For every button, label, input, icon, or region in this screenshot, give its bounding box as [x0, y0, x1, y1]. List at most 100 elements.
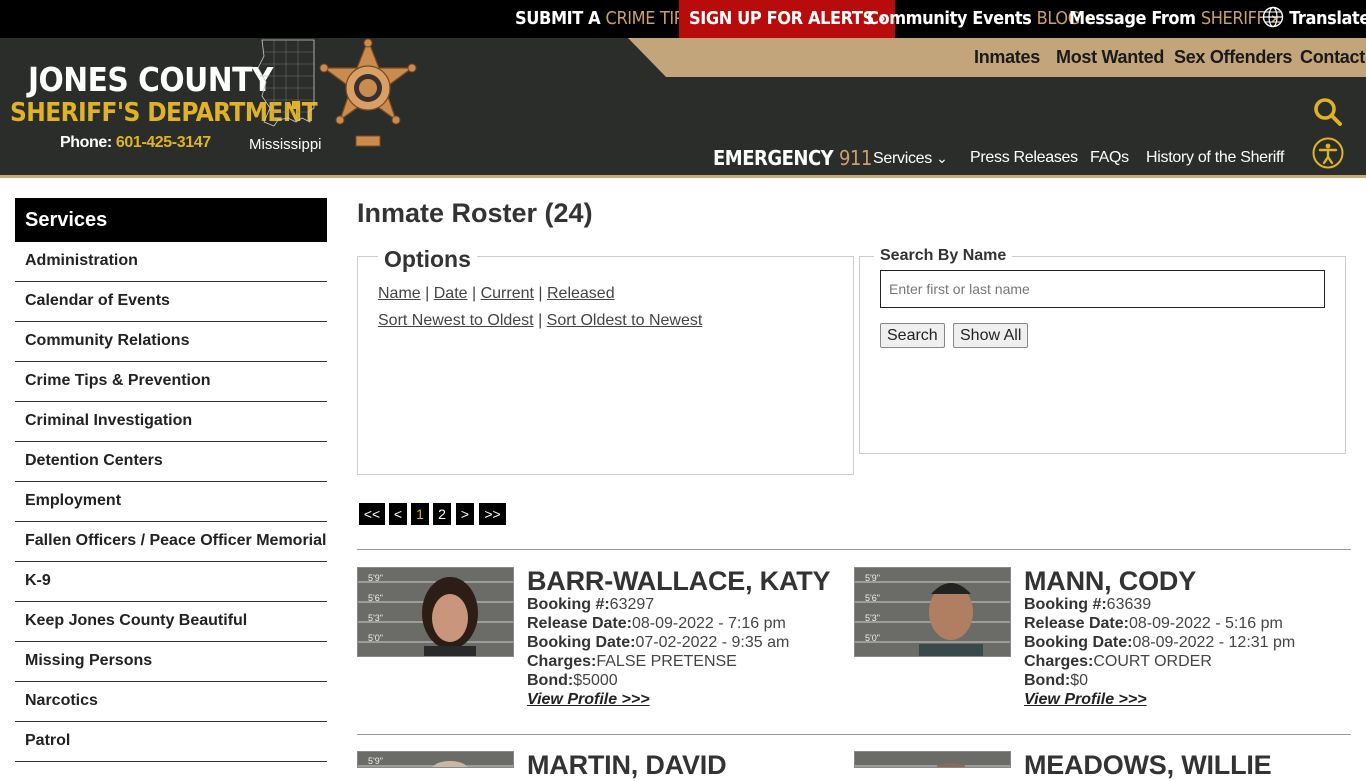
field-label: Booking #:: [1024, 596, 1107, 613]
field-label: Charges:: [527, 653, 597, 670]
sidebar-item-employment[interactable]: Employment: [15, 482, 327, 522]
util-link-contact[interactable]: Contact: [1300, 38, 1365, 77]
sidebar-item-detention-centers[interactable]: Detention Centers: [15, 442, 327, 482]
sign-up-alerts-link[interactable]: SIGN UP FOR ALERTS ›: [679, 0, 896, 38]
pager-last[interactable]: >>: [479, 503, 506, 525]
sheriff-star-badge-icon[interactable]: [318, 38, 418, 150]
inmate-booking-no: Booking #:63639: [1024, 596, 1151, 614]
submit-crime-tip-link[interactable]: SUBMIT A CRIME TIP ›: [515, 0, 695, 38]
util-link-sex-offenders[interactable]: Sex Offenders: [1174, 38, 1292, 77]
nav-faqs[interactable]: FAQs: [1090, 146, 1129, 170]
nav-services[interactable]: Services ⌄: [873, 146, 948, 170]
search-icon[interactable]: [1312, 96, 1344, 128]
field-label: Booking #:: [527, 596, 610, 613]
divider: [357, 549, 1351, 550]
height-mark: 5'3": [865, 613, 880, 623]
search-legend: Search By Name: [874, 247, 1013, 265]
field-label: Booking Date:: [527, 634, 636, 651]
options-legend: Options: [378, 246, 477, 273]
sort-name-link[interactable]: Name: [378, 285, 421, 302]
search-button[interactable]: Search: [880, 323, 945, 348]
pager-next[interactable]: >: [456, 503, 474, 525]
field-value: $5000: [573, 672, 618, 689]
sheriff-msg-prefix: Message From: [1069, 8, 1201, 29]
pager-page-2[interactable]: 2: [433, 503, 451, 525]
search-input[interactable]: [880, 270, 1325, 308]
height-mark: 5'0": [865, 633, 880, 643]
field-value: COURT ORDER: [1093, 653, 1212, 670]
chevron-down-icon: ⌄: [936, 150, 948, 166]
accessibility-icon[interactable]: [1312, 137, 1344, 169]
height-mark: 5'9": [865, 573, 880, 583]
inmate-bond: Bond:$0: [1024, 672, 1088, 690]
inmate-mugshot[interactable]: 5'9" 5'6" 5'3" 5'0": [357, 567, 514, 657]
height-mark: 5'9": [368, 573, 383, 583]
phone-value[interactable]: 601-425-3147: [116, 134, 211, 151]
sidebar-item-crime-tips[interactable]: Crime Tips & Prevention: [15, 362, 327, 402]
sort-newest-link[interactable]: Sort Newest to Oldest: [378, 312, 534, 329]
filter-released-link[interactable]: Released: [547, 285, 615, 302]
emergency-number[interactable]: 911: [839, 146, 872, 170]
height-mark: 5'0": [368, 633, 383, 643]
inmate-mugshot[interactable]: 5'9": [357, 751, 514, 768]
blog-prefix: Community Events: [867, 8, 1037, 29]
mugshot-image: 5'9" 5'6" 5'3" 5'0": [358, 568, 513, 656]
field-value: 63297: [609, 596, 655, 613]
inmate-bond: Bond:$5000: [527, 672, 618, 690]
nav-history-of-sheriff[interactable]: History of the Sheriff: [1146, 146, 1284, 170]
view-profile-link[interactable]: View Profile >>>: [1024, 691, 1147, 709]
site-title-line1[interactable]: JONES COUNTY: [28, 60, 273, 99]
mississippi-map-icon: [257, 39, 315, 127]
inmate-booking-no: Booking #:63297: [527, 596, 654, 614]
field-label: Release Date:: [527, 615, 632, 632]
field-value: 08-09-2022 - 7:16 pm: [631, 615, 786, 632]
inmate-name: MEADOWS, WILLIE: [1024, 750, 1272, 780]
separator: |: [533, 285, 547, 302]
sidebar-item-k9[interactable]: K-9: [15, 562, 327, 602]
sidebar-item-narcotics[interactable]: Narcotics: [15, 682, 327, 722]
inmate-mugshot[interactable]: [854, 751, 1011, 768]
state-label: Mississippi: [249, 136, 322, 153]
emergency-label: EMERGENCY: [713, 146, 834, 170]
site-header: Inmates Most Wanted Sex Offenders Contac…: [0, 38, 1366, 178]
field-value: 63639: [1106, 596, 1152, 613]
util-link-inmates[interactable]: Inmates: [974, 38, 1040, 77]
sheriff-msg-highlight: SHERIFF: [1200, 8, 1266, 29]
divider: [357, 734, 1351, 735]
sidebar-item-keep-jones-county-beautiful[interactable]: Keep Jones County Beautiful: [15, 602, 327, 642]
sort-date-link[interactable]: Date: [434, 285, 468, 302]
util-link-most-wanted[interactable]: Most Wanted: [1056, 38, 1164, 77]
inmate-name: MARTIN, DAVID: [527, 750, 727, 780]
mugshot-image: 5'9": [358, 752, 513, 767]
message-from-sheriff-link[interactable]: Message From SHERIFF ›: [1069, 0, 1277, 38]
sidebar-item-administration[interactable]: Administration: [15, 242, 327, 282]
sidebar-item-fallen-officers[interactable]: Fallen Officers / Peace Officer Memorial: [15, 522, 327, 562]
sort-oldest-link[interactable]: Sort Oldest to Newest: [547, 312, 703, 329]
sidebar-item-missing-persons[interactable]: Missing Persons: [15, 642, 327, 682]
show-all-button[interactable]: Show All: [953, 323, 1029, 348]
sidebar-list: Administration Calendar of Events Commun…: [15, 242, 327, 762]
nav-press-releases[interactable]: Press Releases: [970, 146, 1078, 170]
translate-link[interactable]: Translate: [1262, 0, 1366, 38]
field-label: Bond:: [1024, 672, 1071, 689]
top-bar: SUBMIT A CRIME TIP › SIGN UP FOR ALERTS …: [0, 0, 1366, 38]
sidebar-item-calendar-of-events[interactable]: Calendar of Events: [15, 282, 327, 322]
translate-label: Translate: [1289, 8, 1366, 29]
field-label: Booking Date:: [1024, 634, 1133, 651]
inmate-release-date: Release Date:08-09-2022 - 5:16 pm: [1024, 615, 1283, 633]
inmate-release-date: Release Date:08-09-2022 - 7:16 pm: [527, 615, 786, 633]
sidebar-item-community-relations[interactable]: Community Relations: [15, 322, 327, 362]
filter-current-link[interactable]: Current: [481, 285, 534, 302]
sidebar-item-patrol[interactable]: Patrol: [15, 722, 327, 762]
sidebar-item-criminal-investigation[interactable]: Criminal Investigation: [15, 402, 327, 442]
community-events-blog-link[interactable]: Community Events BLOG ›: [867, 0, 1092, 38]
separator: |: [467, 285, 481, 302]
inmate-booking-date: Booking Date:08-09-2022 - 12:31 pm: [1024, 634, 1295, 652]
field-label: Charges:: [1024, 653, 1094, 670]
pager-prev[interactable]: <: [389, 503, 407, 525]
inmate-booking-date: Booking Date:07-02-2022 - 9:35 am: [527, 634, 789, 652]
inmate-mugshot[interactable]: 5'9" 5'6" 5'3" 5'0": [854, 567, 1011, 657]
view-profile-link[interactable]: View Profile >>>: [527, 691, 650, 709]
pager-first[interactable]: <<: [359, 503, 385, 525]
pager-page-1[interactable]: 1: [411, 503, 429, 525]
